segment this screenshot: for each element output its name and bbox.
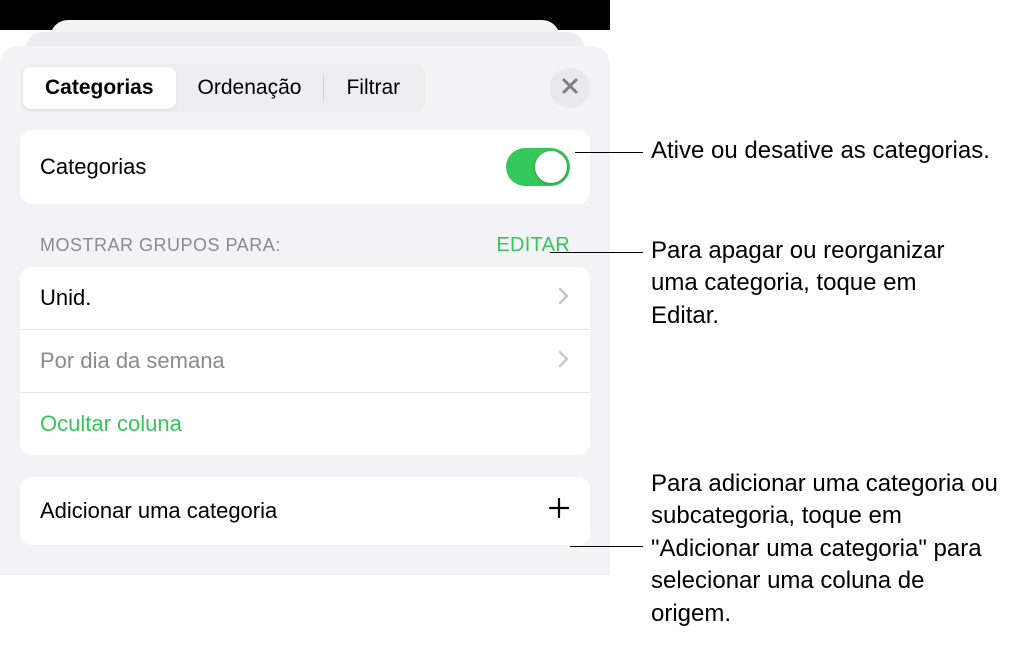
tab-categorias[interactable]: Categorias xyxy=(23,67,176,109)
categories-toggle-card: Categorias xyxy=(20,130,590,204)
chevron-right-icon xyxy=(558,285,570,311)
callout-add: Para adicionar uma categoria ou subcateg… xyxy=(651,468,1001,630)
categories-toggle-row: Categorias xyxy=(20,130,590,204)
callout-toggle: Ative ou desative as categorias. xyxy=(651,135,991,167)
close-button[interactable] xyxy=(550,68,590,108)
chevron-right-icon xyxy=(558,348,570,374)
tab-ordenacao[interactable]: Ordenação xyxy=(176,67,324,109)
section-header-label: MOSTRAR GRUPOS PARA: xyxy=(40,235,281,256)
section-header: MOSTRAR GRUPOS PARA: EDITAR xyxy=(20,204,590,267)
close-icon xyxy=(561,77,579,100)
callout-line xyxy=(575,152,643,153)
list-item-label: Unid. xyxy=(40,285,91,311)
edit-button[interactable]: EDITAR xyxy=(496,234,570,257)
list-item-label: Por dia da semana xyxy=(40,348,225,374)
list-item-unid[interactable]: Unid. xyxy=(20,267,590,330)
toggle-knob xyxy=(535,151,567,183)
add-category-label: Adicionar uma categoria xyxy=(40,498,277,524)
callout-line xyxy=(570,546,643,547)
add-category-button[interactable]: Adicionar uma categoria xyxy=(20,477,590,545)
add-category-card: Adicionar uma categoria xyxy=(20,477,590,545)
callout-edit: Para apagar ou reorganizar uma categoria… xyxy=(651,235,991,332)
categories-toggle[interactable] xyxy=(506,148,570,186)
categories-panel: Categorias Ordenação Filtrar Categorias … xyxy=(0,46,610,575)
list-item-label: Ocultar coluna xyxy=(40,411,182,437)
toggle-label: Categorias xyxy=(40,154,146,180)
list-item-pordia[interactable]: Por dia da semana xyxy=(20,330,590,393)
callout-line xyxy=(550,252,643,253)
plus-icon xyxy=(548,497,570,525)
segmented-control: Categorias Ordenação Filtrar xyxy=(20,64,425,112)
list-item-ocultar[interactable]: Ocultar coluna xyxy=(20,393,590,455)
groups-list: Unid. Por dia da semana Ocultar coluna xyxy=(20,267,590,455)
tab-filtrar[interactable]: Filtrar xyxy=(324,67,422,109)
tab-row: Categorias Ordenação Filtrar xyxy=(20,64,590,112)
